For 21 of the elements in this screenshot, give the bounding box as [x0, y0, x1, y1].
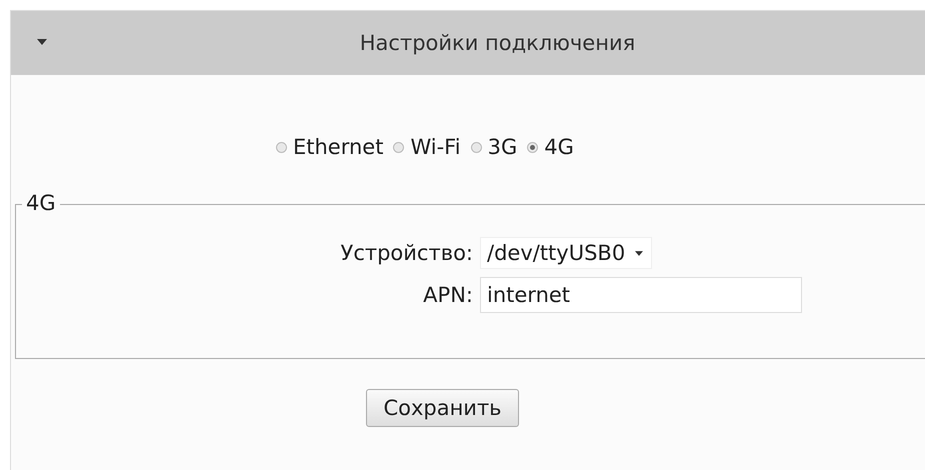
radio-label: 3G [488, 135, 518, 159]
panel-header[interactable]: Настройки подключения [11, 11, 925, 75]
radio-option[interactable]: 3G [470, 135, 518, 159]
caret-icon[interactable] [37, 39, 47, 45]
radio-label: Ethernet [293, 135, 384, 159]
radio-label: Wi-Fi [410, 135, 461, 159]
radio-option[interactable]: 4G [527, 135, 574, 159]
radio-icon[interactable] [393, 142, 404, 152]
device-select[interactable]: /dev/ttyUSB0 [480, 237, 652, 269]
field-label: Устройство: [340, 241, 473, 265]
radio-label: 4G [544, 135, 574, 159]
save-button[interactable]: Сохранить [366, 389, 519, 427]
radio-icon[interactable] [470, 142, 482, 152]
radio-option[interactable]: Wi-Fi [393, 135, 461, 159]
radio-icon[interactable] [276, 142, 287, 152]
caret-icon [635, 250, 644, 256]
radio-icon[interactable] [527, 142, 538, 152]
field-label: APN: [423, 283, 473, 307]
radio-option[interactable]: Ethernet [276, 135, 384, 159]
apn-field[interactable]: internet [480, 277, 802, 313]
panel-title: Настройки подключения [360, 31, 636, 55]
